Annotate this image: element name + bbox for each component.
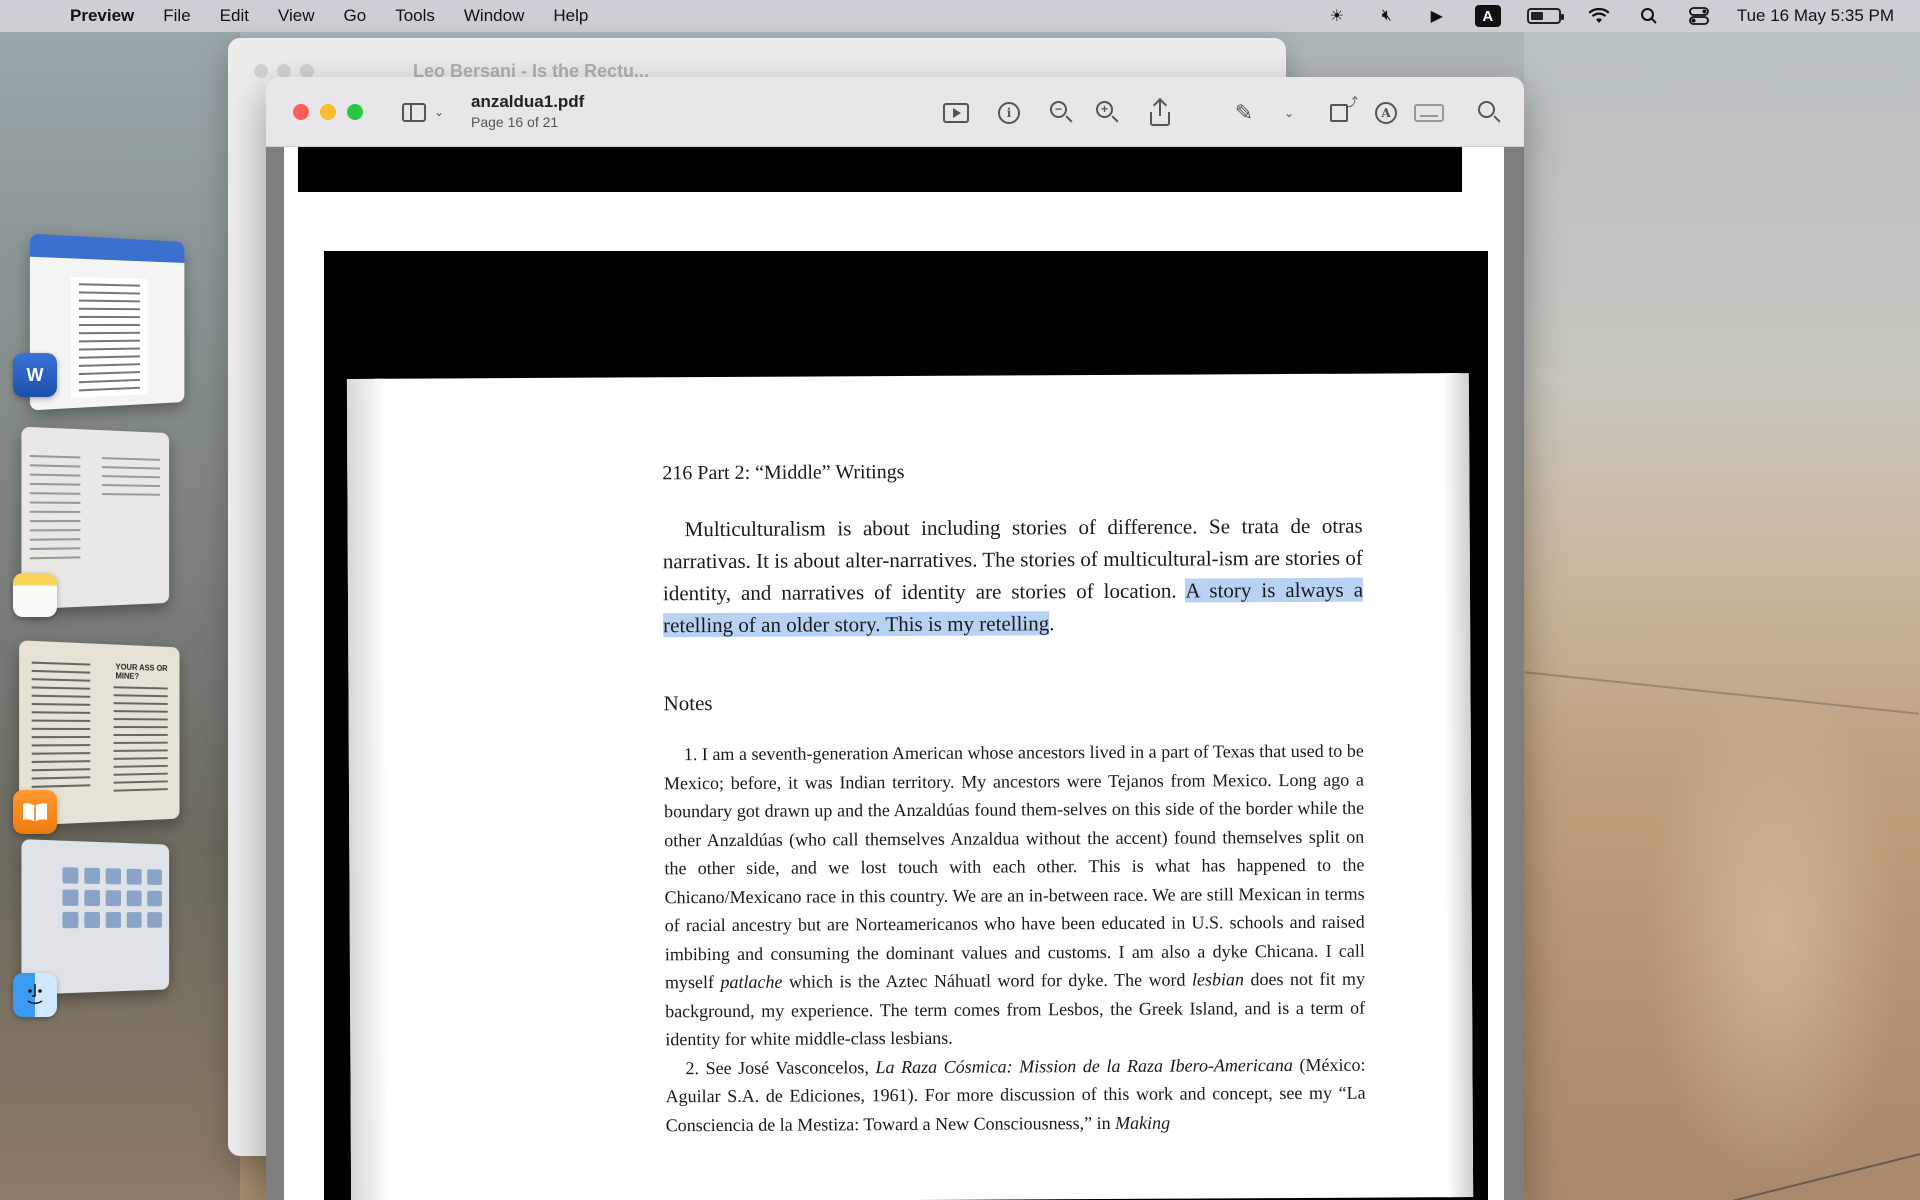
current-page[interactable]: 216 Part 2: “Middle” Writings Multicultu… — [284, 234, 1504, 1200]
signature-icon — [1414, 104, 1444, 122]
slideshow-button[interactable] — [941, 98, 971, 128]
share-button[interactable] — [1146, 97, 1176, 128]
word-app-icon[interactable]: W — [13, 353, 57, 397]
menu-view[interactable]: View — [278, 6, 315, 26]
spotlight-search-icon[interactable] — [1637, 6, 1661, 26]
chevron-down-icon: ⌄ — [1283, 106, 1295, 120]
scanned-page-image: 216 Part 2: “Middle” Writings Multicultu… — [324, 251, 1488, 1200]
markup-options-button[interactable]: ⌄ — [1274, 98, 1304, 128]
note-2[interactable]: 2. See José Vasconcelos, La Raza Cósmica… — [665, 1050, 1366, 1139]
annotate-icon: A — [1375, 102, 1397, 124]
now-playing-icon[interactable]: ▶ — [1425, 6, 1449, 26]
wallpaper-haze — [1644, 672, 1904, 1192]
document-filename: anzaldua1.pdf — [471, 92, 585, 111]
menu-edit[interactable]: Edit — [220, 6, 249, 26]
signature-button[interactable] — [1414, 98, 1444, 128]
books-app-icon[interactable] — [13, 790, 57, 834]
page-text[interactable]: 216 Part 2: “Middle” Writings Multicultu… — [662, 459, 1366, 1140]
info-button[interactable]: i — [994, 98, 1024, 128]
note-1[interactable]: 1. I am a seventh-generation American wh… — [664, 737, 1366, 1054]
wifi-icon[interactable] — [1587, 6, 1611, 26]
status-area: ☀ 🔇︎ ▶ A Tue 16 May 5:35 PM — [1325, 0, 1894, 32]
scan-border — [298, 147, 1462, 192]
brightness-icon[interactable]: ☀ — [1325, 6, 1349, 26]
search-button[interactable] — [1475, 98, 1505, 128]
mute-icon[interactable]: 🔇︎ — [1375, 6, 1399, 26]
zoom-out-button[interactable]: − — [1047, 98, 1077, 128]
menu-go[interactable]: Go — [344, 6, 367, 26]
menu-bar: Preview File Edit View Go Tools Window H… — [0, 0, 1920, 32]
menu-clock[interactable]: Tue 16 May 5:35 PM — [1737, 6, 1894, 26]
chevron-down-icon: ⌄ — [434, 105, 445, 119]
sidebar-toggle-button[interactable]: ⌄ — [402, 99, 458, 125]
notes-app-icon[interactable] — [13, 573, 57, 617]
stage-thumbnail-finder[interactable] — [21, 839, 170, 995]
menu-app-preview[interactable]: Preview — [70, 6, 134, 26]
rotate-icon — [1330, 93, 1358, 122]
rotate-button[interactable] — [1324, 93, 1358, 128]
pen-icon: ✎ — [1234, 100, 1254, 125]
zoom-in-button[interactable]: + — [1093, 98, 1123, 128]
share-icon — [1150, 97, 1172, 126]
battery-icon[interactable] — [1526, 8, 1564, 24]
zoom-out-icon: − — [1050, 101, 1074, 125]
menu-file[interactable]: File — [163, 6, 190, 26]
slideshow-icon — [943, 103, 969, 123]
preview-window: ⌄ anzaldua1.pdf Page 16 of 21 i − + ✎ ⌄ … — [266, 77, 1524, 1200]
search-icon — [1478, 101, 1502, 125]
markup-button[interactable]: ✎ — [1229, 98, 1259, 128]
minimize-button[interactable] — [320, 104, 336, 120]
sidebar-icon — [402, 102, 426, 122]
info-icon: i — [998, 102, 1020, 124]
zoom-button[interactable] — [347, 104, 363, 120]
background-minimize-button[interactable] — [277, 64, 291, 78]
page-indicator: Page 16 of 21 — [471, 114, 559, 130]
window-toolbar: ⌄ anzaldua1.pdf Page 16 of 21 i − + ✎ ⌄ … — [266, 77, 1524, 147]
control-center-icon[interactable] — [1687, 6, 1711, 26]
notes-heading: Notes — [663, 691, 713, 716]
background-close-button[interactable] — [254, 64, 268, 78]
finder-app-icon[interactable] — [13, 973, 57, 1017]
desktop-wallpaper-right — [1524, 32, 1920, 1200]
zoom-in-icon: + — [1096, 101, 1120, 125]
book-page: 216 Part 2: “Middle” Writings Multicultu… — [346, 373, 1474, 1200]
previous-page[interactable] — [284, 147, 1504, 247]
menu-window[interactable]: Window — [464, 6, 524, 26]
background-zoom-button[interactable] — [300, 64, 314, 78]
menu-help[interactable]: Help — [553, 6, 588, 26]
running-head: 216 Part 2: “Middle” Writings — [662, 461, 905, 485]
close-button[interactable] — [293, 104, 309, 120]
input-source-icon[interactable]: A — [1474, 5, 1501, 27]
menu-tools[interactable]: Tools — [395, 6, 435, 26]
books-thumbnail-heading: YOUR ASS OR MINE? — [115, 662, 168, 681]
annotate-button[interactable]: A — [1371, 98, 1401, 128]
body-paragraph[interactable]: Multiculturalism is about including stor… — [663, 510, 1364, 642]
